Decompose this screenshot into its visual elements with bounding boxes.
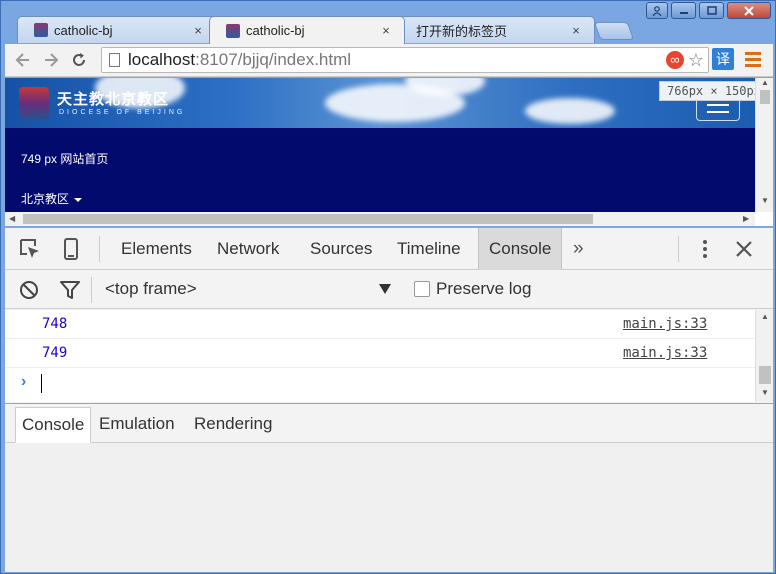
site-nav: 749 px 网站首页 北京教区: [5, 128, 755, 212]
tab-title: catholic-bj: [246, 23, 305, 38]
preserve-log-label[interactable]: Preserve log: [436, 279, 531, 299]
console-message: 749 main.js:33: [5, 339, 755, 368]
tab-console[interactable]: Console: [478, 228, 563, 270]
tab-elements[interactable]: Elements: [111, 228, 202, 270]
tab-sources[interactable]: Sources: [300, 228, 382, 270]
close-window-button[interactable]: [727, 2, 771, 19]
drawer-tabbar: Console Emulation Rendering: [5, 403, 773, 443]
tab-title: 打开新的标签页: [416, 23, 508, 39]
close-icon: [736, 241, 752, 257]
devtools-menu-icon[interactable]: [702, 240, 708, 261]
log-value: 749: [42, 345, 68, 361]
tab-timeline[interactable]: Timeline: [387, 228, 471, 270]
page-icon: [109, 53, 120, 67]
forward-button[interactable]: [41, 50, 61, 70]
site-header: 天主教北京教区 DIOCESE OF BEIJING: [5, 78, 755, 128]
site-subtitle: DIOCESE OF BEIJING: [59, 109, 186, 116]
console-vertical-scrollbar[interactable]: ▲ ▼: [755, 310, 773, 402]
nav-diocese-dropdown[interactable]: 北京教区: [21, 190, 83, 207]
devtools-tabbar: Elements Network Sources Timeline Consol…: [5, 228, 773, 270]
device-mode-button[interactable]: [59, 237, 83, 261]
mobile-device-icon: [64, 238, 78, 260]
reload-button[interactable]: [69, 50, 89, 70]
reload-icon: [73, 53, 85, 66]
more-tabs-button[interactable]: »: [573, 228, 584, 270]
nav-home-link[interactable]: 749 px 网站首页: [21, 150, 108, 167]
tab-close-icon[interactable]: ×: [378, 23, 394, 38]
tab-title: catholic-bj: [54, 22, 113, 38]
caret-down-icon: [74, 197, 83, 202]
tab-close-icon[interactable]: ×: [190, 23, 206, 38]
console-prompt[interactable]: ›: [5, 368, 755, 398]
diocese-logo[interactable]: [19, 87, 49, 119]
tab-network[interactable]: Network: [207, 228, 289, 270]
drawer-tab-emulation[interactable]: Emulation: [93, 407, 181, 443]
bookmark-star-icon[interactable]: ☆: [688, 50, 704, 70]
frame-selector[interactable]: <top frame>: [105, 279, 197, 299]
page-viewport: 天主教北京教区 DIOCESE OF BEIJING 766px × 150px…: [5, 78, 773, 226]
page-vertical-scrollbar[interactable]: ▲ ▼: [755, 78, 773, 212]
infinity-extension-icon[interactable]: ∞: [665, 51, 684, 69]
chrome-menu-icon[interactable]: [743, 49, 763, 69]
console-message: 748 main.js:33: [5, 310, 755, 339]
browser-tab[interactable]: catholic-bj ×: [17, 16, 217, 43]
minimize-icon: [679, 11, 688, 14]
page-horizontal-scrollbar[interactable]: ◀ ▶: [5, 212, 755, 226]
filter-icon: [60, 281, 80, 299]
clear-console-icon: [20, 281, 38, 299]
scrollbar-thumb[interactable]: [760, 90, 770, 104]
inspect-element-button[interactable]: [18, 237, 42, 261]
translate-extension-icon[interactable]: 译: [712, 48, 734, 70]
address-bar[interactable]: localhost:8107/bjjq/index.html ∞ ☆: [101, 47, 709, 73]
drawer-body: [5, 443, 773, 572]
log-source-link[interactable]: main.js:33: [623, 339, 707, 367]
log-source-link[interactable]: main.js:33: [623, 310, 707, 338]
console-output: 748 main.js:33 749 main.js:33 ›: [5, 310, 755, 402]
favicon-icon: [226, 23, 240, 38]
clear-console-button[interactable]: [18, 279, 40, 301]
user-icon: [652, 5, 662, 16]
filter-button[interactable]: [59, 279, 81, 301]
back-arrow-icon: [15, 53, 29, 67]
browser-window: catholic-bj × catholic-bj × 打开新的标签页 × lo…: [0, 0, 776, 574]
drawer-tab-rendering[interactable]: Rendering: [188, 407, 278, 443]
dropdown-arrow-icon[interactable]: [379, 284, 391, 294]
inspect-cursor-icon: [20, 239, 39, 258]
tab-strip: catholic-bj × catholic-bj × 打开新的标签页 ×: [7, 16, 707, 44]
devtools-panel: Elements Network Sources Timeline Consol…: [5, 227, 773, 572]
back-button[interactable]: [13, 50, 33, 70]
url-host: localhost: [128, 50, 196, 69]
drawer-tab-console[interactable]: Console: [15, 407, 92, 443]
browser-tab-active[interactable]: catholic-bj ×: [209, 16, 405, 44]
preserve-log-checkbox[interactable]: [414, 281, 430, 297]
console-toolbar: <top frame> Preserve log: [5, 271, 773, 309]
browser-toolbar: localhost:8107/bjjq/index.html ∞ ☆ 译: [5, 44, 773, 77]
viewport-size-overlay: 766px × 150px: [659, 81, 769, 101]
browser-tab[interactable]: 打开新的标签页 ×: [399, 16, 595, 43]
close-devtools-button[interactable]: [735, 234, 753, 266]
scrollbar-thumb[interactable]: [23, 214, 593, 224]
prompt-chevron-icon: ›: [21, 373, 27, 390]
maximize-icon: [706, 5, 717, 15]
nav-diocese-label: 北京教区: [21, 192, 70, 206]
site-title[interactable]: 天主教北京教区: [57, 88, 169, 109]
tab-close-icon[interactable]: ×: [568, 23, 584, 38]
url-path: :8107/bjjq/index.html: [195, 50, 352, 69]
log-value: 748: [42, 316, 68, 332]
close-icon: [744, 5, 754, 16]
forward-arrow-icon: [45, 53, 59, 67]
text-cursor: [41, 374, 42, 393]
scrollbar-thumb[interactable]: [759, 366, 771, 384]
favicon-icon: [34, 23, 48, 37]
new-tab-button[interactable]: [593, 22, 635, 40]
